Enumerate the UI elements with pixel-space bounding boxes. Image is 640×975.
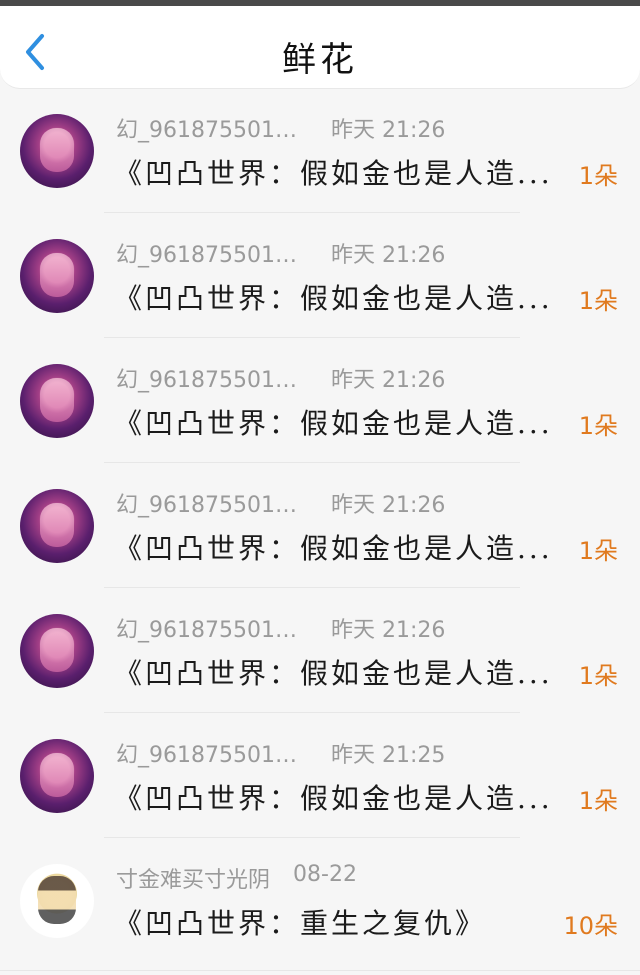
top-bar: 鲜花 [0, 6, 640, 89]
avatar[interactable] [20, 114, 94, 188]
divider [104, 587, 520, 588]
list-item[interactable]: 幻_9618755012... 昨天 21:25 《凹凸世界：假如金也是人造..… [0, 725, 640, 850]
divider [104, 837, 520, 838]
timestamp: 昨天 21:25 [331, 743, 446, 768]
divider [104, 212, 520, 213]
avatar[interactable] [20, 489, 94, 563]
book-title[interactable]: 《凹凸世界：假如金也是人造... [114, 652, 560, 692]
username: 幻_9618755012... [116, 743, 308, 768]
list-item[interactable]: 幻_9618755012... 昨天 21:26 《凹凸世界：假如金也是人造..… [0, 100, 640, 225]
flower-count: 1朵 [578, 162, 618, 190]
flower-list: 幻_9618755012... 昨天 21:26 《凹凸世界：假如金也是人造..… [0, 100, 640, 975]
flower-count: 1朵 [578, 787, 618, 815]
avatar[interactable] [20, 614, 94, 688]
divider [104, 712, 520, 713]
book-title[interactable]: 《凹凸世界：假如金也是人造... [114, 527, 560, 567]
item-meta: 寸金难买寸光阴 08-22 [116, 862, 357, 893]
flower-count: 1朵 [578, 412, 618, 440]
flower-count: 10朵 [563, 912, 618, 940]
page-title: 鲜花 [282, 40, 358, 80]
avatar[interactable] [20, 864, 94, 938]
divider [104, 462, 520, 463]
list-item[interactable]: 幻_9618755012... 昨天 21:26 《凹凸世界：假如金也是人造..… [0, 600, 640, 725]
list-item[interactable]: 幻_9618755012... 昨天 21:26 《凹凸世界：假如金也是人造..… [0, 225, 640, 350]
avatar[interactable] [20, 239, 94, 313]
username: 幻_9618755012... [116, 118, 308, 143]
book-title[interactable]: 《凹凸世界：假如金也是人造... [114, 277, 560, 317]
item-meta: 幻_9618755012... 昨天 21:26 [116, 112, 446, 143]
book-title[interactable]: 《凹凸世界：假如金也是人造... [114, 777, 560, 817]
timestamp: 08-22 [293, 862, 357, 887]
item-meta: 幻_9618755012... 昨天 21:25 [116, 737, 446, 768]
timestamp: 昨天 21:26 [331, 618, 446, 643]
book-title[interactable]: 《凹凸世界：重生之复仇》 [114, 902, 560, 942]
list-item[interactable]: 寸金难买寸光阴 08-22 《凹凸世界：重生之复仇》 10朵 [0, 850, 640, 975]
username: 幻_9618755012... [116, 618, 308, 643]
list-item[interactable]: 幻_9618755012... 昨天 21:26 《凹凸世界：假如金也是人造..… [0, 475, 640, 600]
timestamp: 昨天 21:26 [331, 243, 446, 268]
book-title[interactable]: 《凹凸世界：假如金也是人造... [114, 152, 560, 192]
avatar[interactable] [20, 364, 94, 438]
divider [104, 337, 520, 338]
book-title[interactable]: 《凹凸世界：假如金也是人造... [114, 402, 560, 442]
timestamp: 昨天 21:26 [331, 368, 446, 393]
flower-count: 1朵 [578, 662, 618, 690]
item-meta: 幻_9618755012... 昨天 21:26 [116, 612, 446, 643]
username: 寸金难买寸光阴 [116, 868, 271, 893]
divider [0, 970, 640, 971]
item-meta: 幻_9618755012... 昨天 21:26 [116, 362, 446, 393]
username: 幻_9618755012... [116, 368, 308, 393]
timestamp: 昨天 21:26 [331, 493, 446, 518]
item-meta: 幻_9618755012... 昨天 21:26 [116, 237, 446, 268]
flower-count: 1朵 [578, 287, 618, 315]
flower-count: 1朵 [578, 537, 618, 565]
username: 幻_9618755012... [116, 493, 308, 518]
avatar[interactable] [20, 739, 94, 813]
item-meta: 幻_9618755012... 昨天 21:26 [116, 487, 446, 518]
username: 幻_9618755012... [116, 243, 308, 268]
list-item[interactable]: 幻_9618755012... 昨天 21:26 《凹凸世界：假如金也是人造..… [0, 350, 640, 475]
timestamp: 昨天 21:26 [331, 118, 446, 143]
